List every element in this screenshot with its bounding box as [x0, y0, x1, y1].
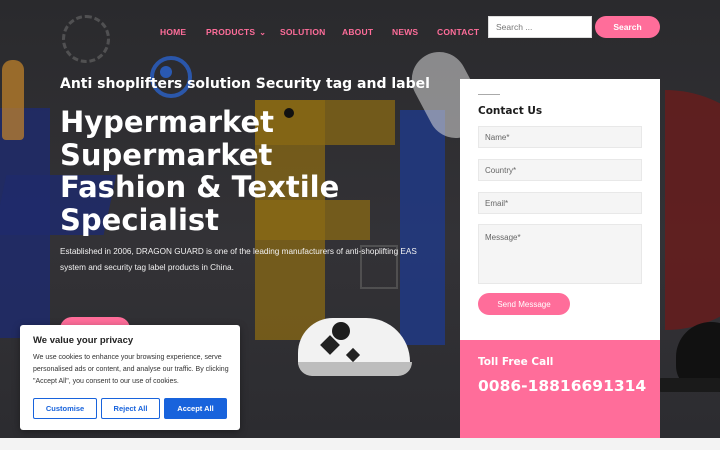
- gear-decoration: [62, 15, 110, 63]
- toll-free-phone[interactable]: 0086-18816691314: [478, 374, 648, 398]
- cap-brim: [655, 378, 720, 392]
- headline-line: Supermarket: [60, 137, 273, 172]
- shopper-illustration: [2, 60, 24, 140]
- background-letter-i: [400, 110, 445, 345]
- nav-item-home[interactable]: HOME: [160, 27, 186, 37]
- title-divider: [478, 94, 500, 95]
- nav-item-contact[interactable]: CONTACT: [437, 27, 479, 37]
- background-letter-d: [665, 90, 720, 330]
- sneaker-sole: [298, 362, 412, 376]
- nav-item-products[interactable]: PRODUCTS ⌄: [206, 27, 266, 37]
- chevron-down-icon: ⌄: [259, 28, 267, 37]
- page-bottom-strip: [0, 438, 720, 450]
- hero-section: HOME PRODUCTS ⌄ SOLUTION ABOUT NEWS CONTA…: [0, 0, 720, 438]
- email-field[interactable]: [478, 192, 642, 214]
- country-field[interactable]: [478, 159, 642, 181]
- cookie-consent-banner: We value your privacy We use cookies to …: [20, 325, 240, 430]
- headline-line: Fashion & Textile: [60, 170, 340, 204]
- search-input[interactable]: [488, 16, 592, 38]
- toll-free-panel: Toll Free Call 0086-18816691314: [460, 340, 660, 438]
- nav-item-label: PRODUCTS: [206, 27, 256, 37]
- hero-headline: Hypermarket Supermarket Fashion & Textil…: [60, 106, 339, 236]
- nav-item-news[interactable]: NEWS: [392, 27, 418, 37]
- toll-free-label: Toll Free Call: [478, 356, 554, 368]
- nav-item-about[interactable]: ABOUT: [342, 27, 373, 37]
- send-message-button[interactable]: Send Message: [478, 293, 570, 315]
- headline-line: Hypermarket: [60, 105, 275, 139]
- hero-subtitle: Anti shoplifters solution Security tag a…: [60, 76, 430, 92]
- hero-description: Established in 2006, DRAGON GUARD is one…: [60, 247, 417, 272]
- headline-line: Specialist: [60, 202, 220, 237]
- name-field[interactable]: [478, 126, 642, 148]
- accept-all-button[interactable]: Accept All: [164, 398, 227, 419]
- search-button[interactable]: Search: [595, 16, 660, 38]
- contact-form-panel: Contact Us Send Message: [460, 79, 660, 340]
- contact-title: Contact Us: [478, 105, 543, 117]
- customise-button[interactable]: Customise: [33, 398, 97, 419]
- cookie-title: We value your privacy: [33, 335, 134, 346]
- sneaker-security-tag: [332, 322, 350, 340]
- message-field[interactable]: [478, 224, 642, 284]
- reject-all-button[interactable]: Reject All: [101, 398, 160, 419]
- nav-item-solution[interactable]: SOLUTION: [280, 27, 326, 37]
- cookie-text: We use cookies to enhance your browsing …: [33, 354, 229, 386]
